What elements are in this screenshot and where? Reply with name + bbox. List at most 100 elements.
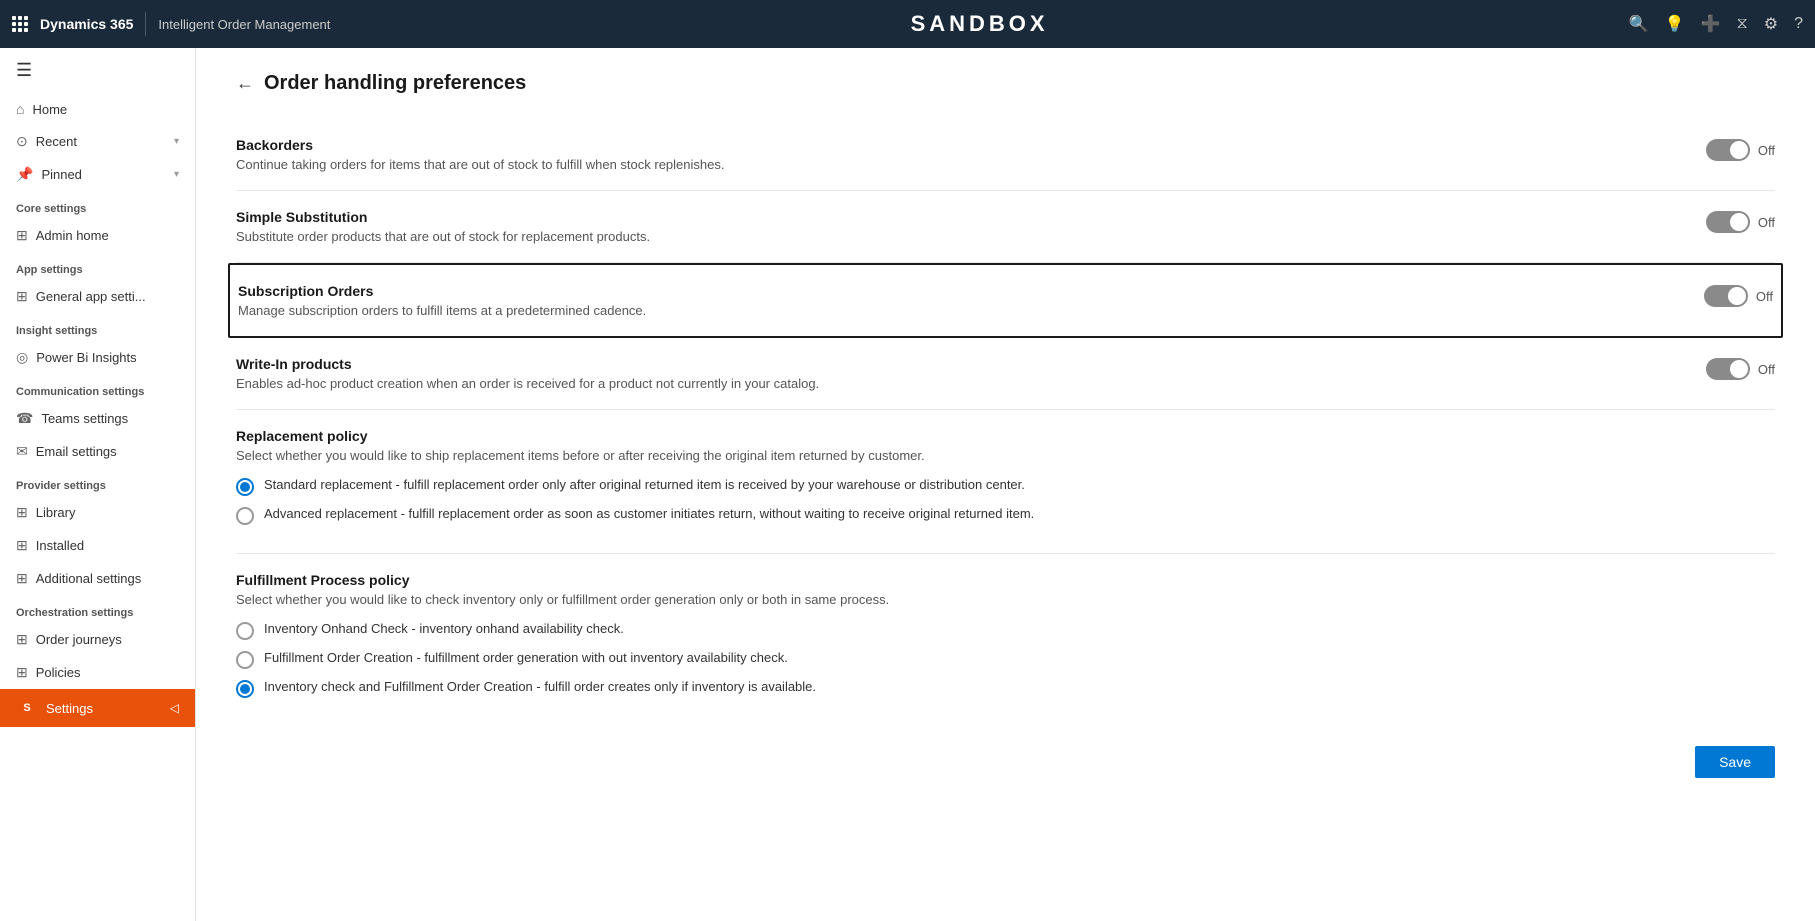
setting-backorders: Backorders Continue taking orders for it… (236, 119, 1775, 191)
fulfillment-option-creation: Fulfillment Order Creation - fulfillment… (236, 650, 1775, 669)
order-journeys-icon: ⊞ (16, 631, 28, 648)
recent-chevron: ▾ (174, 136, 179, 147)
sidebar-settings-bottom[interactable]: S Settings ◁ (0, 689, 195, 727)
replacement-policy-section: Replacement policy Select whether you wo… (236, 410, 1775, 554)
sidebar-order-journeys-label: Order journeys (36, 632, 179, 647)
simple-sub-toggle[interactable] (1706, 211, 1750, 233)
subscription-orders-toggle[interactable] (1704, 285, 1748, 307)
section-insight-settings: Insight settings (0, 313, 195, 341)
sidebar-item-teams[interactable]: ☎ Teams settings (0, 402, 195, 435)
settings-bottom-label: Settings (46, 701, 93, 716)
sidebar-item-home[interactable]: ⌂ Home (0, 93, 195, 125)
page-title: Order handling preferences (264, 72, 526, 95)
simple-sub-name: Simple Substitution (236, 209, 1686, 225)
backorders-toggle[interactable] (1706, 139, 1750, 161)
replacement-radio-standard[interactable] (236, 478, 254, 496)
fulfillment-radio-creation[interactable] (236, 651, 254, 669)
sidebar-item-library[interactable]: ⊞ Library (0, 496, 195, 529)
sidebar-item-recent[interactable]: ⊙ Recent ▾ (0, 125, 195, 158)
sidebar-item-power-bi[interactable]: ◎ Power Bi Insights (0, 341, 195, 374)
sidebar-admin-home-label: Admin home (36, 228, 179, 243)
filter-icon[interactable]: ⧖ (1737, 15, 1748, 33)
write-in-toggle[interactable] (1706, 358, 1750, 380)
sidebar-item-order-journeys[interactable]: ⊞ Order journeys (0, 623, 195, 656)
add-icon[interactable]: ➕ (1701, 14, 1721, 34)
additional-icon: ⊞ (16, 570, 28, 587)
simple-sub-desc: Substitute order products that are out o… (236, 229, 1686, 244)
search-icon[interactable]: 🔍 (1629, 14, 1649, 34)
teams-icon: ☎ (16, 410, 33, 427)
fulfillment-option-both: Inventory check and Fulfillment Order Cr… (236, 679, 1775, 698)
fulfillment-creation-label: Fulfillment Order Creation - fulfillment… (264, 650, 788, 665)
fulfillment-option-onhand: Inventory Onhand Check - inventory onhan… (236, 621, 1775, 640)
fulfillment-radio-onhand[interactable] (236, 622, 254, 640)
recent-icon: ⊙ (16, 133, 28, 150)
installed-icon: ⊞ (16, 537, 28, 554)
write-in-name: Write-In products (236, 356, 1686, 372)
pinned-chevron: ▾ (174, 169, 179, 180)
sidebar-general-app-label: General app setti... (36, 289, 179, 304)
sidebar-email-label: Email settings (36, 444, 179, 459)
sidebar: ☰ ⌂ Home ⊙ Recent ▾ 📌 Pinned ▾ Core sett… (0, 48, 196, 921)
replacement-standard-label: Standard replacement - fulfill replaceme… (264, 477, 1025, 492)
sidebar-item-recent-label: Recent (36, 134, 166, 149)
sidebar-library-label: Library (36, 505, 179, 520)
apps-grid-icon[interactable] (12, 16, 28, 32)
general-app-icon: ⊞ (16, 288, 28, 305)
sidebar-installed-label: Installed (36, 538, 179, 553)
sidebar-item-home-label: Home (32, 102, 179, 117)
backorders-name: Backorders (236, 137, 1686, 153)
section-core-settings: Core settings (0, 191, 195, 219)
settings-icon[interactable]: ⚙ (1764, 14, 1778, 34)
lightbulb-icon[interactable]: 💡 (1665, 14, 1685, 34)
settings-chevron: ◁ (170, 701, 179, 715)
fulfillment-onhand-label: Inventory Onhand Check - inventory onhan… (264, 621, 624, 636)
sidebar-power-bi-label: Power Bi Insights (36, 350, 179, 365)
save-button[interactable]: Save (1695, 746, 1775, 778)
simple-sub-toggle-label: Off (1758, 215, 1775, 230)
subscription-orders-name: Subscription Orders (238, 283, 1684, 299)
write-in-toggle-label: Off (1758, 362, 1775, 377)
fulfillment-both-label: Inventory check and Fulfillment Order Cr… (264, 679, 816, 694)
nav-divider (145, 12, 146, 36)
power-bi-icon: ◎ (16, 349, 28, 366)
section-provider-settings: Provider settings (0, 468, 195, 496)
settings-avatar: S (16, 697, 38, 719)
sidebar-additional-label: Additional settings (36, 571, 179, 586)
replacement-policy-desc: Select whether you would like to ship re… (236, 448, 1775, 463)
sidebar-item-pinned-label: Pinned (41, 167, 166, 182)
fulfillment-policy-section: Fulfillment Process policy Select whethe… (236, 554, 1775, 726)
home-icon: ⌂ (16, 101, 24, 117)
section-app-settings: App settings (0, 252, 195, 280)
app-label: Intelligent Order Management (158, 17, 330, 32)
policies-icon: ⊞ (16, 664, 28, 681)
setting-subscription-orders: Subscription Orders Manage subscription … (228, 263, 1783, 338)
sidebar-item-policies[interactable]: ⊞ Policies (0, 656, 195, 689)
back-button[interactable]: ← (236, 73, 254, 94)
fulfillment-policy-desc: Select whether you would like to check i… (236, 592, 1775, 607)
topnav: Dynamics 365 Intelligent Order Managemen… (0, 0, 1815, 48)
replacement-radio-advanced[interactable] (236, 507, 254, 525)
help-icon[interactable]: ? (1794, 15, 1803, 33)
replacement-policy-title: Replacement policy (236, 428, 1775, 444)
sidebar-item-email[interactable]: ✉ Email settings (0, 435, 195, 468)
sidebar-item-pinned[interactable]: 📌 Pinned ▾ (0, 158, 195, 191)
replacement-option-advanced: Advanced replacement - fulfill replaceme… (236, 506, 1775, 525)
sidebar-item-installed[interactable]: ⊞ Installed (0, 529, 195, 562)
sidebar-item-general-app[interactable]: ⊞ General app setti... (0, 280, 195, 313)
sidebar-item-additional[interactable]: ⊞ Additional settings (0, 562, 195, 595)
subscription-orders-toggle-label: Off (1756, 289, 1773, 304)
page-header: ← Order handling preferences (236, 72, 1775, 95)
sidebar-item-admin-home[interactable]: ⊞ Admin home (0, 219, 195, 252)
write-in-desc: Enables ad-hoc product creation when an … (236, 376, 1686, 391)
fulfillment-policy-title: Fulfillment Process policy (236, 572, 1775, 588)
hamburger-icon[interactable]: ☰ (0, 48, 195, 93)
fulfillment-radio-both[interactable] (236, 680, 254, 698)
section-communication-settings: Communication settings (0, 374, 195, 402)
library-icon: ⊞ (16, 504, 28, 521)
sidebar-policies-label: Policies (36, 665, 179, 680)
replacement-advanced-label: Advanced replacement - fulfill replaceme… (264, 506, 1034, 521)
backorders-desc: Continue taking orders for items that ar… (236, 157, 1686, 172)
content-area: ← Order handling preferences Backorders … (196, 48, 1815, 921)
setting-write-in-products: Write-In products Enables ad-hoc product… (236, 338, 1775, 410)
